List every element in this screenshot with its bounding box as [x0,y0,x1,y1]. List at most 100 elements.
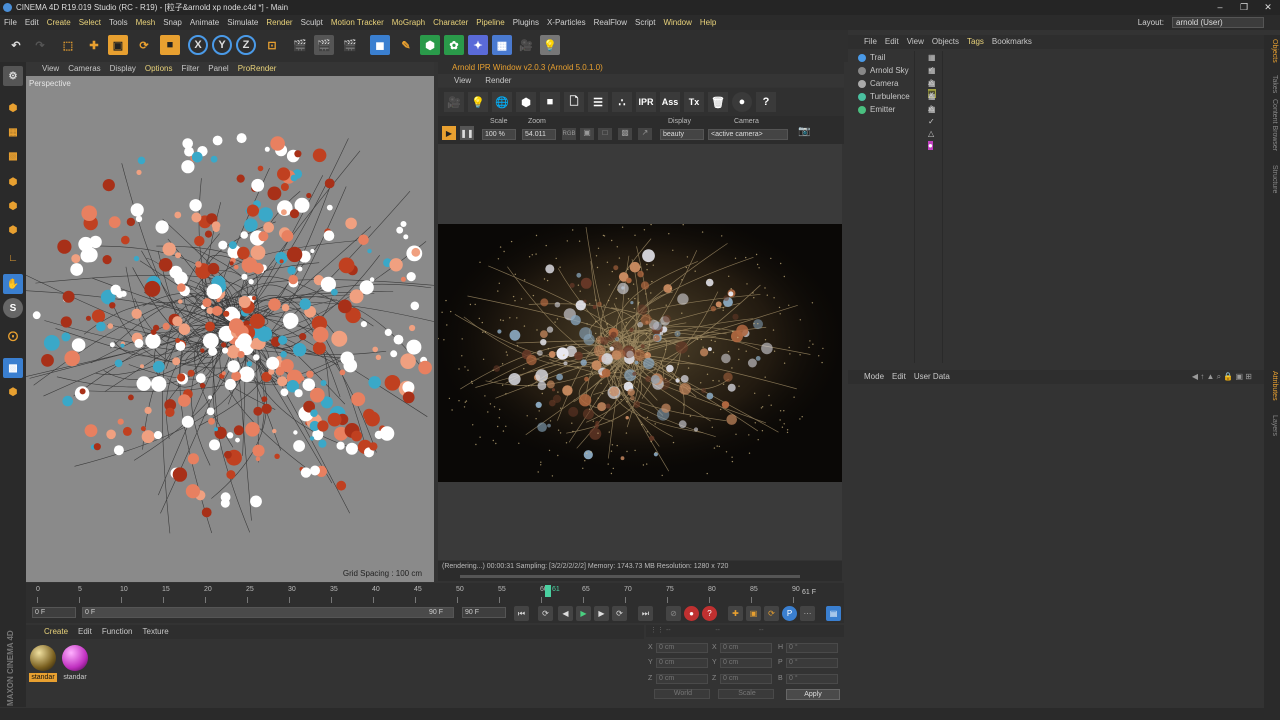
material-thumbnail-2[interactable] [62,645,88,671]
select-tool-icon[interactable]: ⬚ [58,35,78,55]
crop-icon[interactable]: ▣ [580,128,594,140]
menu-help[interactable]: Help [696,15,720,30]
help-button[interactable]: ? [756,92,776,112]
x-axis-lock[interactable]: X [188,35,208,55]
autokey-icon[interactable]: ? [702,606,717,621]
material-label-1[interactable]: standar [29,673,57,682]
menu-mesh[interactable]: Mesh [132,15,160,30]
display-dropdown[interactable]: beauty [660,129,704,140]
ipr-scatter-icon[interactable]: ∴ [612,92,632,112]
rot-h-field[interactable]: 0 ° [786,643,838,653]
render-view-icon[interactable]: 🎬 [290,35,310,55]
menu-tools[interactable]: Tools [105,15,132,30]
axis-mode-icon[interactable]: ∟ [3,248,23,268]
ipr-camera-icon[interactable]: 🎥 [444,92,464,112]
menu-realflow[interactable]: RealFlow [590,15,631,30]
go-to-end-icon[interactable]: ⏭ [638,606,653,621]
menu-plugins[interactable]: Plugins [509,15,543,30]
menu-window[interactable]: Window [659,15,695,30]
ipr-toggle-button[interactable]: IPR [636,92,656,112]
make-editable-icon[interactable]: ⚙ [3,66,23,86]
render-settings-icon[interactable]: 🎬 [340,35,360,55]
floor-icon[interactable]: ▦ [492,35,512,55]
step-back-icon[interactable]: ◀ [558,606,573,621]
ipr-menu-view[interactable]: View [454,76,471,85]
menu-motion-tracker[interactable]: Motion Tracker [327,15,388,30]
subdivision-surface-icon[interactable]: ⬢ [420,35,440,55]
attr-menu-user-data[interactable]: User Data [914,372,950,381]
rot-b-field[interactable]: 0 ° [786,674,838,684]
material-thumbnail-1[interactable] [30,645,56,671]
close-icon[interactable]: ✕ [1256,0,1280,15]
menu-create[interactable]: Create [43,15,75,30]
menu-render[interactable]: Render [262,15,296,30]
viewport-menu-panel[interactable]: Panel [208,64,228,73]
menu-mograph[interactable]: MoGraph [388,15,429,30]
record-keys-icon[interactable]: ● [684,606,699,621]
menu-file[interactable]: File [0,15,21,30]
key-pla-icon[interactable]: ⋯ [800,606,815,621]
obj-menu-view[interactable]: View [907,37,924,46]
save-image-icon[interactable]: 📷 [798,126,814,140]
mat-menu-function[interactable]: Function [102,627,133,636]
obj-menu-edit[interactable]: Edit [885,37,899,46]
viewport-menu-filter[interactable]: Filter [181,64,199,73]
maximize-icon[interactable]: ❐ [1232,0,1256,15]
scale-mode-dropdown[interactable]: Scale [718,689,774,699]
mat-menu-create[interactable]: Create [44,627,68,636]
viewport-menu-cameras[interactable]: Cameras [68,64,100,73]
world-mode-dropdown[interactable]: World [654,689,710,699]
menu-pipeline[interactable]: Pipeline [472,15,508,30]
play-forward-icon[interactable]: ▶ [576,606,591,621]
object-row-turbulence[interactable]: Turbulence ▦ ✓ [858,91,936,113]
pen-spline-icon[interactable]: ✎ [396,35,416,55]
ipr-light-icon[interactable]: 💡 [468,92,488,112]
obj-menu-bookmarks[interactable]: Bookmarks [992,37,1032,46]
cube-primitive-icon[interactable]: ◼ [370,35,390,55]
snapshot-icon[interactable]: ↗ [638,128,652,140]
trash-icon[interactable]: 🗑 [708,92,728,112]
attr-menu-edit[interactable]: Edit [892,372,906,381]
motion-record-icon[interactable]: ⊘ [666,606,681,621]
rgb-channel-icon[interactable]: RGB [562,128,576,140]
camera-dropdown[interactable]: <active camera> [708,129,788,140]
camera-icon[interactable]: 🎥 [516,35,536,55]
mat-menu-edit[interactable]: Edit [78,627,92,636]
redo-icon[interactable]: ↷ [30,35,50,55]
points-mode-icon[interactable]: ⬢ [3,172,23,192]
end-frame-field[interactable]: 90 F [462,607,506,618]
menu-simulate[interactable]: Simulate [223,15,262,30]
move-tool-icon[interactable]: ✚ [84,35,104,55]
undo-icon[interactable]: ↶ [6,35,26,55]
minimize-icon[interactable]: – [1208,0,1232,15]
scale-field[interactable]: 100 % [482,129,516,140]
tweak-mode-icon[interactable]: ✋ [3,274,23,294]
rotate-tool-icon[interactable]: ⟳ [134,35,154,55]
ipr-pause-icon[interactable]: ❚❚ [460,126,474,140]
viewport-menu-prorender[interactable]: ProRender [238,64,277,73]
compare-icon[interactable]: ▩ [618,128,632,140]
layout-dropdown[interactable]: arnold (User) [1172,17,1264,28]
tx-manager-button[interactable]: Tx [684,92,704,112]
attr-menu-mode[interactable]: Mode [864,372,884,381]
attr-nav-icons[interactable]: ◀ ↑ ▲ ⌕ 🔒 ▣ ⊞ [1192,370,1252,384]
size-y-field[interactable]: 0 cm [720,658,772,668]
ass-export-button[interactable]: Ass [660,92,680,112]
menu-character[interactable]: Character [429,15,472,30]
tab-takes[interactable]: Takes [1266,75,1278,93]
playhead-marker[interactable] [545,585,551,597]
light-icon[interactable]: 💡 [540,35,560,55]
key-rotation-icon[interactable]: ⟳ [764,606,779,621]
mat-menu-texture[interactable]: Texture [143,627,169,636]
obj-menu-file[interactable]: File [864,37,877,46]
loop-back-icon[interactable]: ⟳ [538,606,553,621]
range-slider[interactable]: 0 F 90 F [82,607,454,618]
workplane-icon[interactable]: ▩ [3,358,23,378]
render-preview[interactable] [438,224,842,482]
key-parameter-button[interactable]: P [782,606,797,621]
menu-select[interactable]: Select [75,15,105,30]
menu-edit[interactable]: Edit [21,15,43,30]
menu-snap[interactable]: Snap [159,15,186,30]
menu-x-particles[interactable]: X-Particles [543,15,590,30]
obj-menu-tags[interactable]: Tags [967,37,984,46]
